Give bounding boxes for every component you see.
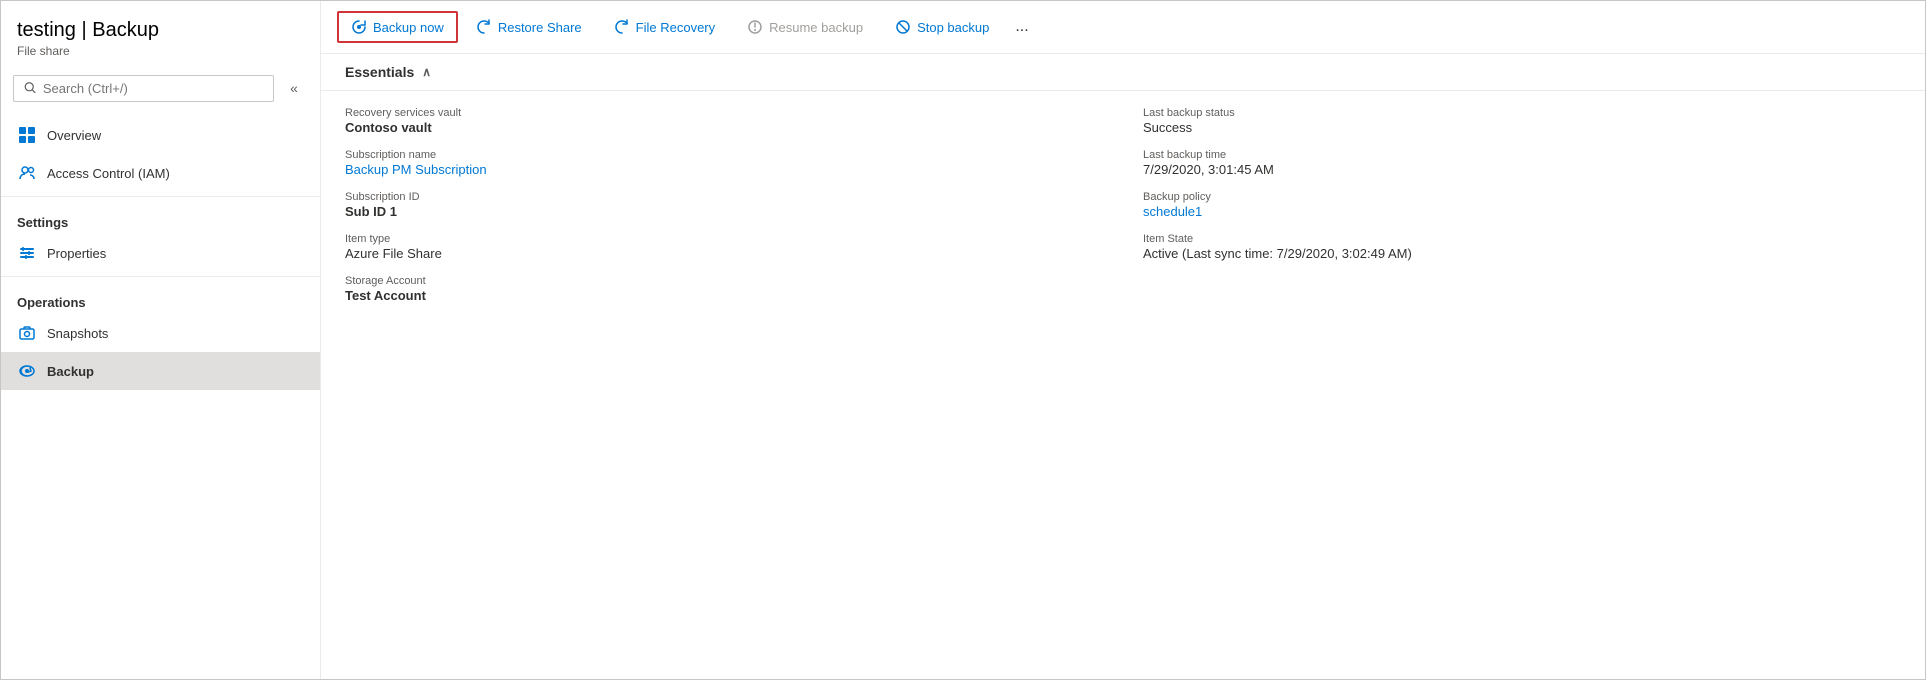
field-last-backup-status: Last backup status Success <box>1143 107 1901 135</box>
sidebar-item-snapshots[interactable]: Snapshots <box>1 314 320 352</box>
restore-share-icon <box>476 19 492 35</box>
sidebar-nav: Overview Access Control (IAM) Settings <box>1 112 320 679</box>
chevron-up-icon[interactable]: ∧ <box>422 65 431 79</box>
field-storage-account: Storage Account Test Account <box>345 275 1103 303</box>
properties-icon <box>17 243 37 263</box>
field-label: Recovery services vault <box>345 107 1103 119</box>
stop-backup-label: Stop backup <box>917 20 989 35</box>
backup-now-label: Backup now <box>373 20 444 35</box>
more-options-label: ... <box>1015 18 1028 36</box>
field-value: Azure File Share <box>345 246 1103 261</box>
field-label: Storage Account <box>345 275 1103 287</box>
field-subscription-name: Subscription name Backup PM Subscription <box>345 149 1103 177</box>
backup-policy-link[interactable]: schedule1 <box>1143 204 1901 219</box>
essentials-body: Recovery services vault Contoso vault Su… <box>321 91 1925 679</box>
field-subscription-id: Subscription ID Sub ID 1 <box>345 191 1103 219</box>
field-label: Subscription name <box>345 149 1103 161</box>
search-box[interactable] <box>13 75 274 102</box>
resource-name: testing <box>17 19 76 41</box>
resume-backup-label: Resume backup <box>769 20 863 35</box>
restore-share-label: Restore Share <box>498 20 582 35</box>
snapshots-icon <box>17 323 37 343</box>
search-input[interactable] <box>43 81 263 96</box>
field-label: Last backup status <box>1143 107 1901 119</box>
nav-divider-settings <box>1 196 320 197</box>
settings-section-header: Settings <box>1 201 320 234</box>
file-recovery-button[interactable]: File Recovery <box>600 11 729 43</box>
field-label: Item State <box>1143 233 1901 245</box>
sidebar-item-overview[interactable]: Overview <box>1 116 320 154</box>
essentials-header: Essentials ∧ <box>321 54 1925 91</box>
restore-share-button[interactable]: Restore Share <box>462 11 596 43</box>
field-last-backup-time: Last backup time 7/29/2020, 3:01:45 AM <box>1143 149 1901 177</box>
backup-now-icon <box>351 19 367 35</box>
more-options-button[interactable]: ... <box>1007 12 1036 42</box>
field-value: Test Account <box>345 288 1103 303</box>
field-recovery-vault: Recovery services vault Contoso vault <box>345 107 1103 135</box>
search-icon <box>24 81 37 95</box>
stop-backup-icon <box>895 19 911 35</box>
sidebar-item-label: Overview <box>47 128 101 143</box>
title-separator: | <box>82 19 93 41</box>
sidebar-item-label: Properties <box>47 246 106 261</box>
page-title: testing | Backup <box>17 19 304 42</box>
resume-backup-button[interactable]: Resume backup <box>733 11 877 43</box>
sidebar-item-label: Access Control (IAM) <box>47 166 170 181</box>
field-backup-policy: Backup policy schedule1 <box>1143 191 1901 219</box>
field-item-type: Item type Azure File Share <box>345 233 1103 261</box>
sidebar-item-label: Backup <box>47 364 94 379</box>
essentials-right-column: Last backup status Success Last backup t… <box>1103 107 1901 663</box>
essentials-label: Essentials <box>345 64 414 80</box>
file-recovery-icon <box>614 19 630 35</box>
field-value: 7/29/2020, 3:01:45 AM <box>1143 162 1901 177</box>
field-label: Subscription ID <box>345 191 1103 203</box>
main-content: Backup now Restore Share <box>321 1 1925 679</box>
operations-section-header: Operations <box>1 281 320 314</box>
file-recovery-label: File Recovery <box>636 20 715 35</box>
collapse-button[interactable]: « <box>280 74 308 102</box>
sidebar-item-properties[interactable]: Properties <box>1 234 320 272</box>
toolbar: Backup now Restore Share <box>321 1 1925 54</box>
essentials-left-column: Recovery services vault Contoso vault Su… <box>345 107 1103 663</box>
backup-now-button[interactable]: Backup now <box>337 11 458 43</box>
nav-divider-operations <box>1 276 320 277</box>
resource-type: Backup <box>92 19 159 41</box>
field-label: Last backup time <box>1143 149 1901 161</box>
resource-subtitle: File share <box>17 44 304 58</box>
field-item-state: Item State Active (Last sync time: 7/29/… <box>1143 233 1901 261</box>
sidebar-item-label: Snapshots <box>47 326 108 341</box>
sidebar-header: testing | Backup File share <box>1 1 320 64</box>
sidebar-search-area: « <box>1 64 320 112</box>
field-label: Item type <box>345 233 1103 245</box>
sidebar-item-backup[interactable]: Backup <box>1 352 320 390</box>
stop-backup-button[interactable]: Stop backup <box>881 11 1003 43</box>
field-value: Success <box>1143 120 1901 135</box>
overview-icon <box>17 125 37 145</box>
field-value: Sub ID 1 <box>345 204 1103 219</box>
sidebar-item-iam[interactable]: Access Control (IAM) <box>1 154 320 192</box>
subscription-name-link[interactable]: Backup PM Subscription <box>345 162 1103 177</box>
iam-icon <box>17 163 37 183</box>
resume-backup-icon <box>747 19 763 35</box>
field-value: Active (Last sync time: 7/29/2020, 3:02:… <box>1143 246 1901 261</box>
sidebar: testing | Backup File share « <box>1 1 321 679</box>
backup-icon <box>17 361 37 381</box>
field-value: Contoso vault <box>345 120 1103 135</box>
field-label: Backup policy <box>1143 191 1901 203</box>
